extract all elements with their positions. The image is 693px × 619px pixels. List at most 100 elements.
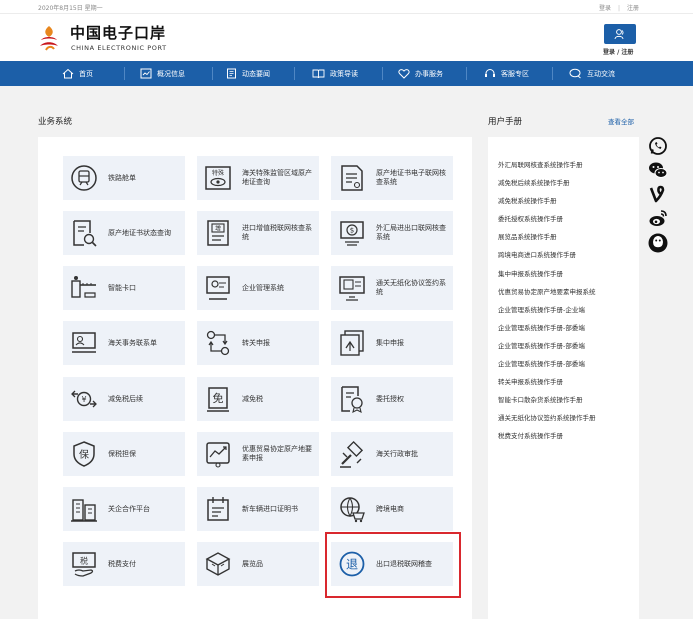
user-manual-title: 用户手册 bbox=[488, 117, 523, 127]
manual-item[interactable]: 企业管理系统操作手册-企业端 bbox=[498, 304, 585, 314]
manual-item[interactable]: 外汇局联网核查系统操作手册 bbox=[498, 159, 583, 169]
home-icon bbox=[62, 68, 74, 79]
svg-text:$: $ bbox=[350, 227, 354, 235]
current-date: 2020年8月15日 星期一 bbox=[38, 5, 103, 12]
top-login-link[interactable]: 登录 bbox=[599, 5, 611, 12]
top-utility-bar: 2020年8月15日 星期一 登录 | 注册 bbox=[0, 0, 693, 14]
train-icon bbox=[71, 165, 97, 191]
vine-icon[interactable] bbox=[648, 184, 668, 204]
svg-text:税: 税 bbox=[80, 556, 88, 566]
logo-chinese-name: 中国电子口岸 bbox=[70, 24, 167, 42]
manual-item[interactable]: 委托授权系统操作手册 bbox=[498, 213, 563, 223]
system-tile-railway-manifest[interactable]: 铁路舱单 bbox=[63, 156, 185, 200]
enterprise-icon bbox=[206, 276, 230, 300]
system-tile-tax-reduction-followup[interactable]: ¥ 减免税后续 bbox=[63, 377, 185, 421]
system-tile-bond-guarantee[interactable]: 保 保税担保 bbox=[63, 432, 185, 476]
manual-item[interactable]: 优惠贸易协定原产地要素申报系统 bbox=[498, 286, 596, 296]
svg-text:保: 保 bbox=[79, 448, 89, 461]
manual-item[interactable]: 展览品系统操作手册 bbox=[498, 231, 557, 241]
svg-text:¥: ¥ bbox=[81, 395, 86, 404]
main-nav: 首页 概况信息 动态要闻 政策导读 办事服务 客服专区 互动交流 bbox=[0, 61, 693, 86]
svg-text:免: 免 bbox=[213, 391, 224, 405]
manual-item[interactable]: 减免税系统操作手册 bbox=[498, 195, 557, 205]
system-tile-tax-payment[interactable]: 税 税费支付 bbox=[63, 542, 185, 586]
side-social-icons bbox=[648, 136, 668, 258]
system-tile-forex-check[interactable]: $ 外汇局进出口联网核查系统 bbox=[331, 211, 453, 255]
manual-item[interactable]: 跨境电商进口系统操作手册 bbox=[498, 249, 576, 259]
highlight-box bbox=[325, 532, 461, 598]
top-register-link[interactable]: 注册 bbox=[627, 5, 639, 12]
system-tile-authorization[interactable]: 委托授权 bbox=[331, 377, 453, 421]
forex-icon: $ bbox=[340, 221, 364, 246]
china-e-port-logo-icon[interactable] bbox=[38, 24, 60, 52]
heart-icon bbox=[398, 69, 410, 79]
approval-icon bbox=[340, 440, 364, 468]
exemption-icon: 免 bbox=[207, 387, 229, 412]
view-all-link[interactable]: 查看全部 bbox=[608, 116, 634, 126]
system-tile-customs-contact-form[interactable]: 海关事务联系单 bbox=[63, 321, 185, 365]
system-tile-new-vehicle-import-certificate[interactable]: 新车辆进口证明书 bbox=[197, 487, 319, 531]
manual-item[interactable]: 通关无纸化协议签约系统操作手册 bbox=[498, 412, 596, 422]
whatsapp-icon[interactable] bbox=[648, 136, 668, 156]
system-tile-tax-exemption[interactable]: 免 减免税 bbox=[197, 377, 319, 421]
special-zone-icon: 特殊 bbox=[205, 166, 231, 190]
tax-reduction-icon: ¥ bbox=[71, 390, 97, 408]
manual-item[interactable]: 税费支付系统操作手册 bbox=[498, 430, 563, 440]
system-tile-paperless-agreement[interactable]: 通关无纸化协议签约系统 bbox=[331, 266, 453, 310]
nav-item-home[interactable]: 首页 bbox=[62, 61, 93, 86]
chat-icon bbox=[569, 68, 581, 79]
system-tile-customs-enterprise-cooperation[interactable]: 关企合作平台 bbox=[63, 487, 185, 531]
system-tile-centralized-declaration[interactable]: 集中申报 bbox=[331, 321, 453, 365]
system-tile-trade-agreement-origin[interactable]: 优惠贸易协定原产地要素申报 bbox=[197, 432, 319, 476]
manual-item[interactable]: 企业管理系统操作手册-部委端 bbox=[498, 340, 585, 350]
nav-item-news[interactable]: 动态要闻 bbox=[226, 61, 270, 86]
chart-icon bbox=[140, 68, 152, 79]
nav-item-customer-service[interactable]: 客服专区 bbox=[484, 61, 529, 86]
nav-item-overview[interactable]: 概况信息 bbox=[140, 61, 185, 86]
vehicle-cert-icon bbox=[207, 497, 229, 521]
business-systems-title: 业务系统 bbox=[38, 117, 73, 127]
news-icon bbox=[227, 68, 236, 79]
top-auth-links: 登录 | 注册 bbox=[598, 5, 639, 12]
system-tile-cross-border-ecommerce[interactable]: 跨境电商 bbox=[331, 487, 453, 531]
manual-item[interactable]: 转关申报系统操作手册 bbox=[498, 376, 563, 386]
system-tile-import-vat-check[interactable]: 增 进口增值税联网核查系统 bbox=[197, 211, 319, 255]
system-tile-enterprise-management[interactable]: 企业管理系统 bbox=[197, 266, 319, 310]
ecommerce-icon bbox=[340, 497, 365, 523]
exhibition-icon bbox=[205, 552, 231, 576]
system-tile-exhibition[interactable]: 展览品 bbox=[197, 542, 319, 586]
nav-item-services[interactable]: 办事服务 bbox=[398, 61, 443, 86]
manual-item[interactable]: 减免税后续系统操作手册 bbox=[498, 177, 570, 187]
weibo-icon[interactable] bbox=[648, 208, 668, 228]
centralized-icon bbox=[340, 330, 364, 356]
site-header: 中国电子口岸 CHINA ELECTRONIC PORT 登录 / 注册 bbox=[0, 14, 693, 61]
system-tile-special-zone-origin[interactable]: 特殊 海关特殊监管区域原产地证查询 bbox=[197, 156, 319, 200]
manual-item[interactable]: 智能卡口散杂货系统操作手册 bbox=[498, 394, 583, 404]
system-tile-smart-gate[interactable]: 智能卡口 bbox=[63, 266, 185, 310]
system-tile-origin-cert-status[interactable]: 原产地证书状态查询 bbox=[63, 211, 185, 255]
manual-item[interactable]: 集中申报系统操作手册 bbox=[498, 268, 563, 278]
headset-icon bbox=[485, 69, 495, 77]
user-login-button[interactable] bbox=[604, 24, 636, 44]
vat-icon: 增 bbox=[207, 220, 229, 246]
book-icon bbox=[312, 69, 325, 79]
qq-icon[interactable] bbox=[648, 232, 668, 254]
nav-item-policy[interactable]: 政策导读 bbox=[312, 61, 358, 86]
system-tile-transfer-declaration[interactable]: 转关申报 bbox=[197, 321, 319, 365]
login-register-label[interactable]: 登录 / 注册 bbox=[603, 47, 633, 56]
user-icon bbox=[614, 29, 624, 40]
manual-item[interactable]: 企业管理系统操作手册-部委端 bbox=[498, 358, 585, 368]
paperless-icon bbox=[339, 276, 365, 301]
certificate-icon bbox=[341, 165, 363, 191]
trade-agreement-icon bbox=[206, 442, 230, 468]
nav-item-interaction[interactable]: 互动交流 bbox=[569, 61, 615, 86]
manual-item[interactable]: 企业管理系统操作手册-部委端 bbox=[498, 322, 585, 332]
logo-english-name: CHINA ELECTRONIC PORT bbox=[71, 44, 167, 52]
svg-text:特殊: 特殊 bbox=[212, 169, 224, 177]
cooperation-icon bbox=[71, 499, 97, 522]
system-tile-origin-cert-check[interactable]: 原产地证书电子联网核查系统 bbox=[331, 156, 453, 200]
gate-icon bbox=[71, 276, 96, 298]
contact-form-icon bbox=[72, 332, 96, 353]
system-tile-customs-approval[interactable]: 海关行政审批 bbox=[331, 432, 453, 476]
wechat-icon[interactable] bbox=[648, 160, 668, 180]
